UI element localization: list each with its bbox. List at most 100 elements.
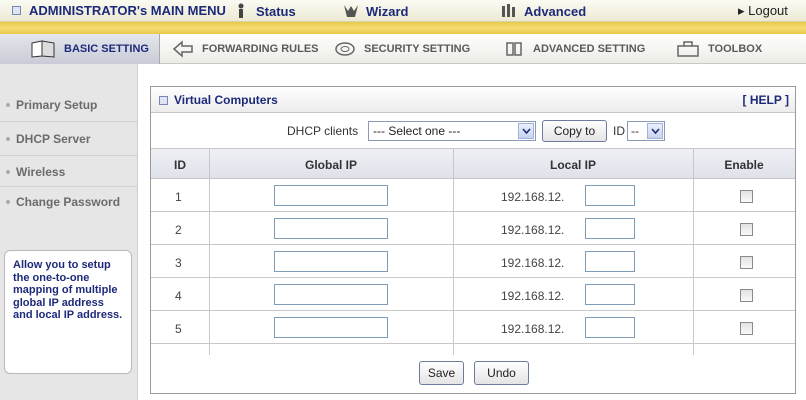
tab-basic-setting[interactable]: BASIC SETTING [0,34,160,64]
square-bullet-icon [159,95,168,105]
undo-button[interactable]: Undo [474,361,529,385]
bullet-icon [6,137,10,141]
column-header-global-ip: Global IP [304,158,357,172]
toolbox-icon [677,41,699,57]
sidebar-help-box: Allow you to setup the one-to-one mappin… [4,250,132,374]
local-ip-input[interactable] [585,218,635,239]
advanced-menu[interactable]: Advanced [500,3,586,19]
tab-basic-setting-label: BASIC SETTING [64,43,149,55]
global-ip-input[interactable] [274,317,388,338]
sidebar-item-primary-setup[interactable]: Primary Setup [6,98,97,112]
sidebar-item-label: Wireless [16,165,66,179]
admin-main-menu-label: ADMINISTRATOR's MAIN MENU [29,3,226,18]
tools-icon [502,4,515,17]
local-ip-input[interactable] [585,185,635,206]
person-icon [238,3,244,18]
id-select[interactable]: -- [627,121,665,141]
bullet-icon [6,170,10,174]
panel-title-label: Virtual Computers [174,93,278,107]
table-row: 5 192.168.12. [151,312,795,344]
column-header-id: ID [174,158,186,172]
global-ip-input[interactable] [274,185,388,206]
action-bar: Save Undo [151,355,795,393]
table-row: 3 192.168.12. [151,246,795,278]
local-ip-prefix: 192.168.12. [501,190,565,204]
local-ip-prefix: 192.168.12. [501,289,565,303]
table-row: 2 192.168.12. [151,213,795,245]
wizard-menu[interactable]: Wizard [342,3,409,19]
forward-arrows-icon [172,40,193,58]
local-ip-prefix: 192.168.12. [501,322,565,336]
global-ip-input[interactable] [274,284,388,305]
advanced-icon [506,42,522,56]
status-menu-label: Status [256,3,296,19]
id-label: ID [613,124,625,138]
local-ip-prefix: 192.168.12. [501,223,565,237]
table-row: 4 192.168.12. [151,279,795,311]
admin-main-menu[interactable]: ADMINISTRATOR's MAIN MENU [12,3,226,18]
wizard-menu-label: Wizard [366,3,409,19]
wizard-icon [344,5,358,17]
tab-forwarding-rules-label: FORWARDING RULES [202,43,319,55]
sidebar-item-change-password[interactable]: Change Password [6,195,120,209]
sidebar-item-wireless[interactable]: Wireless [6,165,65,179]
dhcp-clients-row: DHCP clients --- Select one --- Copy to … [151,113,795,149]
row-id: 3 [175,256,182,270]
divider [0,155,137,156]
sidebar-item-dhcp-server[interactable]: DHCP Server [6,132,90,146]
local-ip-prefix: 192.168.12. [501,256,565,270]
sidebar-item-label: DHCP Server [16,132,91,146]
copy-to-button[interactable]: Copy to [542,120,607,142]
table-header: ID Global IP Local IP Enable [151,149,795,179]
tab-advanced-setting[interactable]: ADVANCED SETTING [503,34,645,64]
save-button[interactable]: Save [419,361,464,385]
top-menu-bar: ADMINISTRATOR's MAIN MENU Status Wizard … [0,0,806,22]
book-icon [31,40,55,58]
column-header-enable: Enable [724,158,764,172]
dhcp-clients-select[interactable]: --- Select one --- [368,121,536,141]
tab-security-setting[interactable]: SECURITY SETTING [334,34,470,64]
row-id: 1 [175,190,182,204]
bullet-icon [6,103,10,107]
tab-forwarding-rules[interactable]: FORWARDING RULES [172,34,319,64]
sidebar-item-label: Primary Setup [16,98,98,112]
tab-security-setting-label: SECURITY SETTING [364,43,471,55]
local-ip-input[interactable] [585,317,635,338]
sidebar: Primary Setup DHCP Server Wireless Chang… [0,64,138,400]
dhcp-clients-select-value: --- Select one --- [373,124,461,138]
row-id: 2 [175,223,182,237]
chevron-down-icon [647,123,663,139]
panel-header: Virtual Computers [ HELP ] [151,87,795,113]
bullet-icon [6,200,10,204]
enable-checkbox[interactable] [740,322,753,335]
divider [0,121,137,122]
tab-advanced-setting-label: ADVANCED SETTING [533,43,646,55]
global-ip-input[interactable] [274,218,388,239]
global-ip-input[interactable] [274,251,388,272]
square-bullet-icon [12,6,21,15]
row-id: 5 [175,322,182,336]
row-id: 4 [175,289,182,303]
column-header-local-ip: Local IP [549,158,596,172]
dhcp-clients-label: DHCP clients [287,124,359,138]
enable-checkbox[interactable] [740,190,753,203]
id-select-value: -- [631,124,639,138]
gold-stripe [0,22,806,34]
enable-checkbox[interactable] [740,289,753,302]
enable-checkbox[interactable] [740,223,753,236]
status-menu[interactable]: Status [232,3,296,19]
logout-link[interactable]: ▸ Logout [738,3,788,19]
table-row: 1 192.168.12. [151,180,795,212]
sidebar-item-label: Change Password [16,195,121,209]
panel-title: Virtual Computers [159,93,278,107]
help-link[interactable]: [ HELP ] [743,93,789,107]
tab-toolbox[interactable]: TOOLBOX [676,34,762,64]
enable-checkbox[interactable] [740,256,753,269]
chevron-down-icon [518,123,534,139]
local-ip-input[interactable] [585,284,635,305]
shield-icon [335,42,355,56]
tab-bar: BASIC SETTING FORWARDING RULES SECURITY … [0,34,806,64]
tab-toolbox-label: TOOLBOX [708,43,763,55]
divider [0,186,137,187]
local-ip-input[interactable] [585,251,635,272]
